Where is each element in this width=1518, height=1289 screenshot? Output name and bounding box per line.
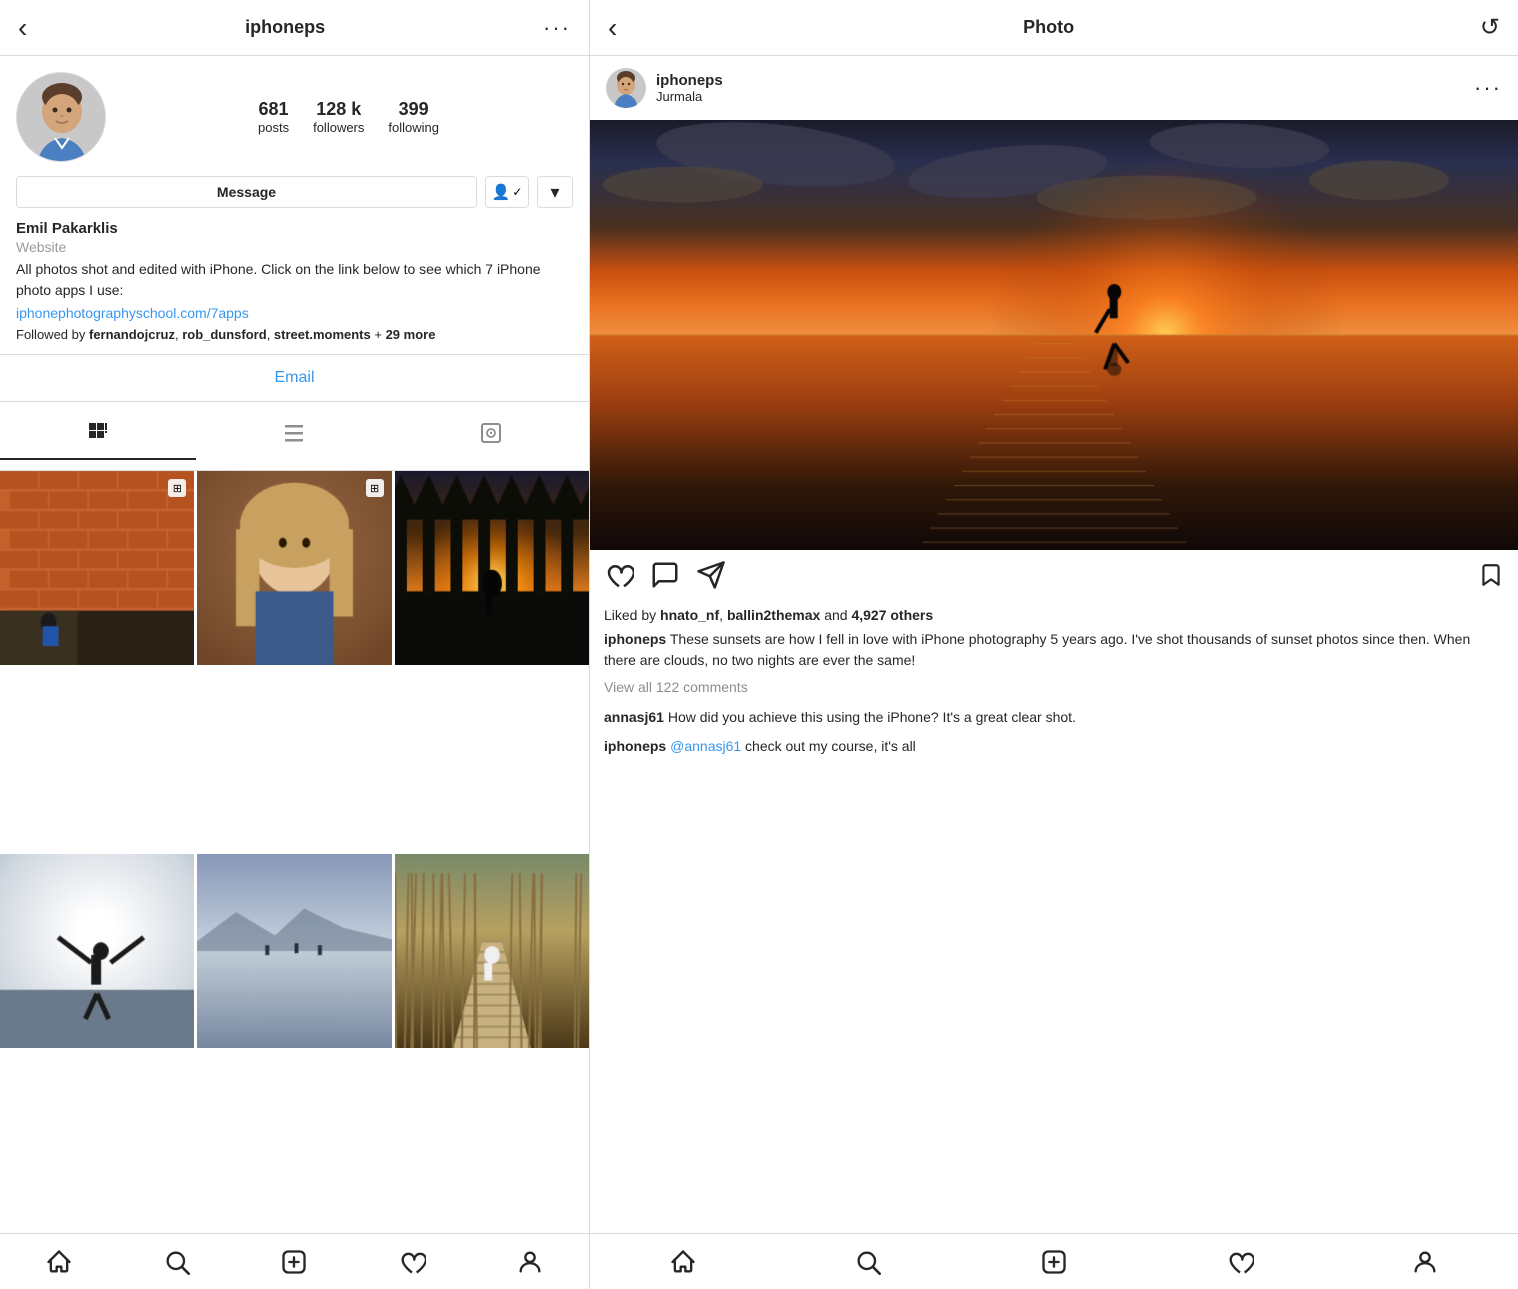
comment-2-text: check out my course, it's all xyxy=(741,738,916,754)
share-button[interactable] xyxy=(696,560,726,597)
tagged-icon xyxy=(479,421,503,451)
stat-following[interactable]: 399 following xyxy=(388,99,439,135)
search-icon[interactable] xyxy=(163,1248,191,1276)
following-label: following xyxy=(388,120,439,135)
right-header: ‹ Photo ↺ xyxy=(590,0,1518,56)
follower-1[interactable]: fernandojcruz xyxy=(89,327,175,342)
posts-count: 681 xyxy=(259,99,289,120)
grid-icon xyxy=(86,420,110,450)
bottom-nav-left xyxy=(0,1233,589,1289)
profile-name: Emil Pakarklis xyxy=(16,220,573,237)
stat-posts[interactable]: 681 posts xyxy=(258,99,289,135)
comment-2-mention[interactable]: @annasj61 xyxy=(670,738,741,754)
grid-cell-4[interactable] xyxy=(0,854,194,1048)
follower-more: 29 more xyxy=(386,327,436,342)
back-button-right[interactable]: ‹ xyxy=(608,12,617,44)
stats-row: 681 posts 128 k followers 399 following xyxy=(124,99,573,135)
post-more-button[interactable]: ··· xyxy=(1474,75,1502,101)
refresh-icon[interactable]: ↺ xyxy=(1480,13,1500,42)
list-icon xyxy=(282,421,306,451)
search-icon-right[interactable] xyxy=(854,1248,882,1276)
post-actions xyxy=(590,550,1518,607)
comment-2-username[interactable]: iphoneps xyxy=(604,738,666,754)
heart-icon-right[interactable] xyxy=(1226,1248,1254,1276)
action-row: Message 👤 ✓ ▾ xyxy=(16,176,573,208)
post-likes: Liked by hnato_nf, ballin2themax and 4,9… xyxy=(590,607,1518,629)
avatar xyxy=(16,72,106,162)
message-button[interactable]: Message xyxy=(16,176,477,208)
view-comments-link[interactable]: View all 122 comments xyxy=(590,679,1518,703)
following-count: 399 xyxy=(399,99,429,120)
stat-followers[interactable]: 128 k followers xyxy=(313,99,364,135)
comment-1-username[interactable]: annasj61 xyxy=(604,709,664,725)
grid-cell-5[interactable] xyxy=(197,854,391,1048)
heart-icon[interactable] xyxy=(398,1248,426,1276)
tab-tagged[interactable] xyxy=(393,412,589,460)
profile-link[interactable]: iphonephotographyschool.com/7apps xyxy=(16,305,573,321)
caption-username[interactable]: iphoneps xyxy=(604,631,666,647)
profile-section: 681 posts 128 k followers 399 following … xyxy=(0,56,589,354)
caption-text: These sunsets are how I fell in love wit… xyxy=(604,631,1470,668)
post-header: iphoneps Jurmala ··· xyxy=(590,56,1518,120)
more-button-left[interactable]: ··· xyxy=(543,15,571,41)
avatar-image xyxy=(17,73,106,162)
grid-cell-1[interactable]: ⊞ xyxy=(0,471,194,665)
multipost-badge-1: ⊞ xyxy=(168,479,186,497)
grid-cell-3[interactable] xyxy=(395,471,589,665)
left-header: ‹ iphoneps ··· xyxy=(0,0,589,56)
add-icon-right[interactable] xyxy=(1040,1248,1068,1276)
profile-top: 681 posts 128 k followers 399 following xyxy=(16,72,573,162)
chevron-down-icon: ▾ xyxy=(550,182,559,203)
profile-icon-right[interactable] xyxy=(1411,1248,1439,1276)
liker-1[interactable]: hnato_nf xyxy=(660,607,719,623)
likes-count[interactable]: 4,927 others xyxy=(851,607,933,623)
comment-2: iphoneps @annasj61 check out my course, … xyxy=(590,732,1518,761)
left-panel: ‹ iphoneps ··· xyxy=(0,0,590,1289)
multipost-badge-2: ⊞ xyxy=(366,479,384,497)
post-avatar[interactable] xyxy=(606,68,646,108)
tab-grid[interactable] xyxy=(0,412,196,460)
post-username[interactable]: iphoneps xyxy=(656,72,723,89)
grid-cell-2[interactable]: ⊞ xyxy=(197,471,391,665)
post-image xyxy=(590,120,1518,550)
person-icon: 👤 xyxy=(492,183,511,201)
photo-grid: ⊞ ⊞ xyxy=(0,471,589,1233)
post-location[interactable]: Jurmala xyxy=(656,89,723,104)
checkmark-icon: ✓ xyxy=(512,185,522,199)
grid-cell-6[interactable] xyxy=(395,854,589,1048)
comment-button[interactable] xyxy=(650,560,680,597)
add-icon[interactable] xyxy=(280,1248,308,1276)
comment-1-text: How did you achieve this using the iPhon… xyxy=(664,709,1076,725)
bookmark-button[interactable] xyxy=(1478,562,1504,595)
like-button[interactable] xyxy=(604,560,634,597)
right-panel: ‹ Photo ↺ iphoneps Jurmala ··· xyxy=(590,0,1518,1289)
post-caption: iphoneps These sunsets are how I fell in… xyxy=(590,629,1518,679)
home-icon[interactable] xyxy=(45,1248,73,1276)
comment-1: annasj61 How did you achieve this using … xyxy=(590,703,1518,732)
profile-icon[interactable] xyxy=(516,1248,544,1276)
profile-website: Website xyxy=(16,239,573,255)
profile-bio: All photos shot and edited with iPhone. … xyxy=(16,259,573,301)
liker-2[interactable]: ballin2themax xyxy=(727,607,820,623)
left-title: iphoneps xyxy=(245,17,325,38)
followers-label: followers xyxy=(313,120,364,135)
follower-2[interactable]: rob_dunsford xyxy=(182,327,267,342)
right-title: Photo xyxy=(1023,17,1074,38)
home-icon-right[interactable] xyxy=(669,1248,697,1276)
tab-list[interactable] xyxy=(196,412,392,460)
back-button-left[interactable]: ‹ xyxy=(18,12,27,44)
follower-3[interactable]: street.moments xyxy=(274,327,371,342)
tab-bar xyxy=(0,402,589,471)
profile-followed-by: Followed by fernandojcruz, rob_dunsford,… xyxy=(16,327,573,342)
posts-label: posts xyxy=(258,120,289,135)
email-link[interactable]: Email xyxy=(274,369,314,387)
followers-count: 128 k xyxy=(316,99,361,120)
bottom-nav-right xyxy=(590,1233,1518,1289)
email-section: Email xyxy=(0,355,589,402)
follow-button[interactable]: 👤 ✓ xyxy=(485,176,529,208)
post-user-info: iphoneps Jurmala xyxy=(656,72,723,104)
dropdown-button[interactable]: ▾ xyxy=(537,176,573,208)
